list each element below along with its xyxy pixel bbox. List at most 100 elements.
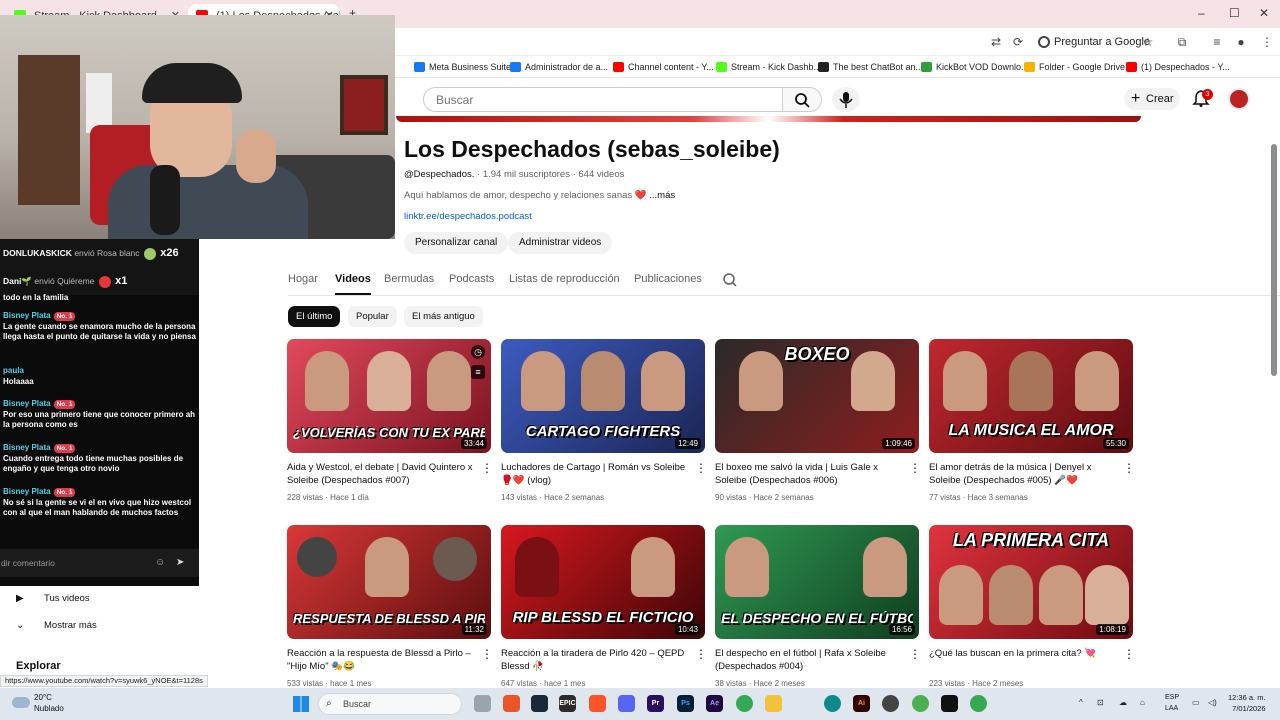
discord-icon[interactable] (618, 695, 635, 712)
more-options-icon[interactable]: ⋮ (481, 647, 493, 661)
photoshop-icon[interactable]: Ps (677, 695, 694, 712)
more-options-icon[interactable]: ⋮ (481, 461, 493, 475)
video-thumbnail[interactable]: EL DESPECHO EN EL FÚTBOL 16:56 (715, 525, 919, 639)
message-user[interactable]: Bisney Plata (3, 399, 51, 408)
video-card[interactable]: LA PRIMERA CITA 1:08:19 ¿Qué las buscan … (929, 525, 1135, 688)
sidebar-item-show-more[interactable]: ⌄ Mostrar más (16, 620, 97, 631)
bookmark-drive[interactable]: Folder - Google Drive (1024, 60, 1125, 74)
star-icon[interactable]: ☆ (1141, 35, 1155, 49)
extensions-icon[interactable]: ⧉ (1175, 35, 1189, 49)
tab-posts[interactable]: Publicaciones (634, 273, 702, 285)
message-user[interactable]: Bisney Plata (3, 487, 51, 496)
more-options-icon[interactable]: ⋮ (1123, 461, 1135, 475)
tab-shorts[interactable]: Bermudas (384, 273, 434, 285)
more-options-icon[interactable]: ⋮ (695, 461, 707, 475)
premiere-icon[interactable]: Pr (647, 695, 664, 712)
channel-link[interactable]: linktr.ee/despechados.podcast (404, 211, 532, 222)
chrome-profile-icon[interactable] (912, 695, 929, 712)
close-window-icon[interactable]: ✕ (1259, 6, 1269, 20)
add-to-queue-icon[interactable]: ≡ (471, 365, 485, 379)
tab-podcasts[interactable]: Podcasts (449, 273, 494, 285)
manage-videos-button[interactable]: Administrar videos (508, 232, 613, 254)
bookmark-kick[interactable]: Stream - Kick Dashb... (716, 60, 821, 74)
bookmark-despechados[interactable]: (1) Despechados - Y... (1126, 60, 1230, 74)
more-link[interactable]: ...más (649, 190, 675, 201)
network-tray-icon[interactable]: ⊡ (1097, 698, 1104, 707)
search-button[interactable] (782, 87, 822, 112)
sidebar-item-your-videos[interactable]: ▶ Tus videos (16, 593, 90, 604)
more-options-icon[interactable]: ⋮ (909, 461, 921, 475)
tray-chevron-icon[interactable]: ^ (1079, 698, 1083, 707)
video-thumbnail[interactable]: LA PRIMERA CITA 1:08:19 (929, 525, 1133, 639)
video-title[interactable]: El despecho en el fútbol | Rafa x Soleib… (715, 647, 901, 673)
screenshot-icon[interactable]: ⟳ (1011, 35, 1025, 49)
profile-icon[interactable]: ● (1234, 35, 1248, 49)
maximize-icon[interactable]: ☐ (1229, 6, 1240, 20)
send-icon[interactable]: ➤ (176, 549, 184, 577)
channel-description[interactable]: Aquí hablamos de amor, despecho y relaci… (404, 190, 675, 201)
system-clock[interactable]: 12:36 a. m. 7/01/2026 (1228, 692, 1266, 714)
bookmark-meta-business[interactable]: Meta Business Suite (414, 60, 511, 74)
video-title[interactable]: El amor detrás de la música | Denyel x S… (929, 461, 1115, 487)
video-thumbnail[interactable]: ¿VOLVERÍAS CON TU EX PAREJA? ◷ ≡ 33:44 (287, 339, 491, 453)
channel-search-icon[interactable] (722, 272, 738, 288)
video-card[interactable]: ¿VOLVERÍAS CON TU EX PAREJA? ◷ ≡ 33:44 A… (287, 339, 493, 502)
watch-later-icon[interactable]: ◷ (471, 345, 485, 359)
volume-icon[interactable]: ◁) (1208, 698, 1217, 707)
edge-icon[interactable] (824, 695, 841, 712)
search-input[interactable] (423, 87, 783, 112)
minimize-icon[interactable]: – (1198, 6, 1205, 20)
create-button[interactable]: + Crear (1124, 88, 1180, 110)
video-thumbnail[interactable]: LA MÚSICA EL AMOR 55:30 (929, 339, 1133, 453)
more-options-icon[interactable]: ⋮ (909, 647, 921, 661)
video-thumbnail[interactable]: CARTAGO FIGHTERS 12:49 (501, 339, 705, 453)
voice-search-button[interactable] (832, 87, 860, 112)
message-user[interactable]: Bisney Plata (3, 443, 51, 452)
after-effects-icon[interactable]: Ae (706, 695, 723, 712)
monitor-icon[interactable]: ▭ (1192, 698, 1200, 707)
epic-games-icon[interactable]: EPIC (559, 695, 576, 712)
video-title[interactable]: Luchadores de Cartago | Román vs Soleibe… (501, 461, 687, 487)
brave-icon[interactable] (589, 695, 606, 712)
illustrator-icon[interactable]: Ai (853, 695, 870, 712)
task-view-icon[interactable] (474, 695, 491, 712)
bookmark-kickbot[interactable]: KickBot VOD Downlo... (921, 60, 1029, 74)
tab-videos[interactable]: Videos (335, 273, 371, 295)
tab-playlists[interactable]: Listas de reproducción (509, 273, 620, 285)
office-icon[interactable] (503, 695, 520, 712)
video-card[interactable]: LA MÚSICA EL AMOR 55:30 El amor detrás d… (929, 339, 1135, 502)
tab-home[interactable]: Hogar (288, 273, 318, 285)
translate-icon[interactable]: ⇄ (989, 35, 1003, 49)
tiktok-icon[interactable] (941, 695, 958, 712)
ask-google-button[interactable]: Preguntar a Google (1034, 32, 1158, 52)
bookmark-admin[interactable]: Administrador de a... (510, 60, 608, 74)
bookmark-chatbot[interactable]: The best ChatBot an... (818, 60, 923, 74)
weather-widget[interactable]: 20°C Nublado (12, 692, 64, 714)
video-title[interactable]: Aida y Westcol, el debate | David Quinte… (287, 461, 473, 487)
video-title[interactable]: Reacción a la respuesta de Blessd a Pirl… (287, 647, 473, 673)
bookmark-channel-content[interactable]: Channel content - Y... (613, 60, 714, 74)
video-card[interactable]: RESPUESTA DE BLESSD A PIRLO 11:32 Reacci… (287, 525, 493, 688)
video-title[interactable]: ¿Qué las buscan en la primera cita? 💘 (929, 647, 1115, 660)
input-language[interactable]: ESP LAA (1165, 692, 1179, 714)
video-thumbnail[interactable]: BOXEO 1:09:46 (715, 339, 919, 453)
video-thumbnail[interactable]: RIP BLESSD EL FICTICIO 10:43 (501, 525, 705, 639)
video-title[interactable]: Reacción a la tiradera de Pirlo 420 – QE… (501, 647, 687, 673)
chat-input[interactable]: dir comentario ☺ ➤ (0, 549, 199, 577)
chip-oldest[interactable]: El más antiguo (404, 306, 483, 327)
message-user[interactable]: paula (3, 366, 24, 375)
more-options-icon[interactable]: ⋮ (695, 647, 707, 661)
account-avatar[interactable] (1228, 88, 1250, 110)
emoji-icon[interactable]: ☺ (155, 549, 165, 577)
video-thumbnail[interactable]: RESPUESTA DE BLESSD A PIRLO 11:32 (287, 525, 491, 639)
media-icon[interactable]: ≡ (1210, 35, 1224, 49)
more-options-icon[interactable]: ⋮ (1123, 647, 1135, 661)
video-card[interactable]: BOXEO 1:09:46 El boxeo me salvó la vida … (715, 339, 921, 502)
video-title[interactable]: El boxeo me salvó la vida | Luis Gale x … (715, 461, 901, 487)
menu-icon[interactable]: ⋮ (1260, 35, 1274, 49)
obs-icon[interactable] (882, 695, 899, 712)
video-card[interactable]: RIP BLESSD EL FICTICIO 10:43 Reacción a … (501, 525, 707, 688)
chat-messages[interactable]: todo en la familia Bisney Plata No. 1 La … (0, 293, 199, 548)
video-card[interactable]: CARTAGO FIGHTERS 12:49 Luchadores de Car… (501, 339, 707, 502)
chrome-icon[interactable] (736, 695, 753, 712)
